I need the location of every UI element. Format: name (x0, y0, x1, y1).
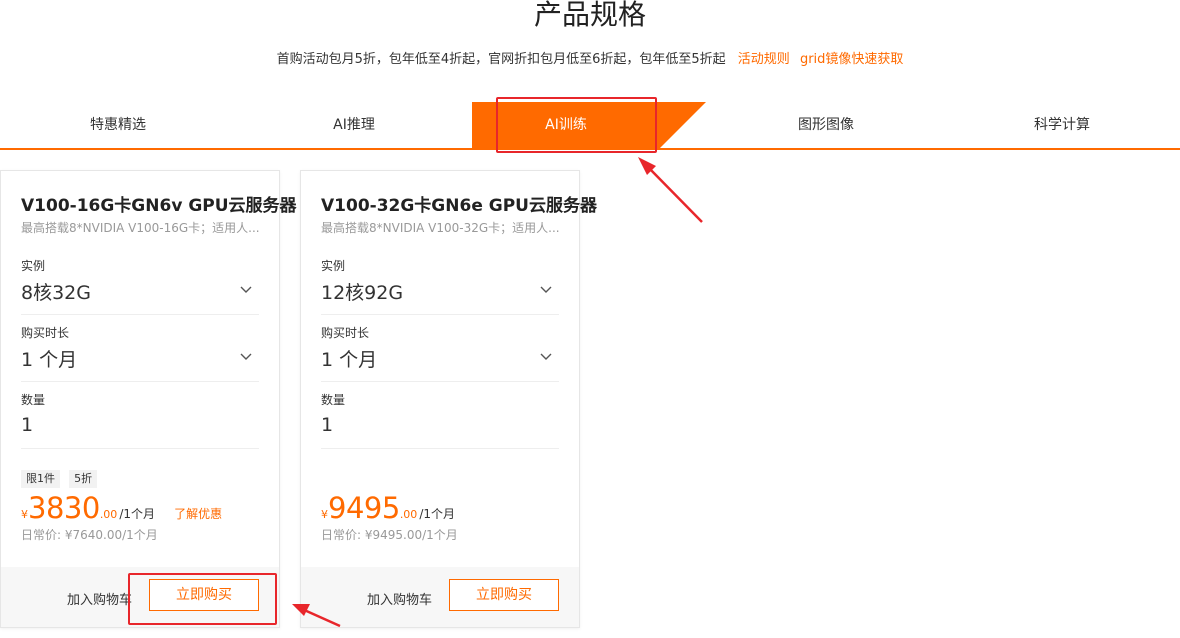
tab-scientific-computing[interactable]: 科学计算 (944, 102, 1180, 148)
tab-graphics[interactable]: 图形图像 (708, 102, 944, 148)
discount-badges (321, 467, 559, 485)
promo-banner: 首购活动包月5折，包年低至4折起，官网折扣包月低至6折起，包年低至5折起 活动规… (0, 50, 1180, 70)
price-integer: 3830 (28, 491, 100, 525)
grid-image-link[interactable]: grid镜像快速获取 (800, 52, 903, 67)
buy-now-button[interactable]: 立即购买 (449, 579, 559, 611)
quantity-value[interactable]: 1 (321, 414, 333, 436)
currency-symbol: ¥ (21, 508, 28, 521)
discount-badge: 5折 (69, 470, 98, 488)
chevron-down-icon[interactable] (539, 283, 553, 297)
instance-value: 12核92G (321, 282, 404, 304)
tab-ai-inference[interactable]: AI推理 (236, 102, 472, 148)
page-title: 产品规格 (533, 0, 646, 31)
arrow-to-tab-icon (638, 157, 703, 223)
chevron-down-icon[interactable] (239, 283, 253, 297)
chevron-down-icon[interactable] (239, 350, 253, 364)
promo-text: 首购活动包月5折，包年低至4折起，官网折扣包月低至6折起，包年低至5折起 (276, 52, 726, 67)
discount-badges: 限1件 5折 (21, 467, 259, 488)
activity-rules-link[interactable]: 活动规则 (738, 52, 790, 67)
product-desc: 最高搭载8*NVIDIA V100-32G卡；适用人... (321, 221, 559, 235)
instance-value: 8核32G (21, 282, 91, 304)
instance-select[interactable]: 实例 8核32G (21, 258, 259, 315)
duration-select[interactable]: 购买时长 1 个月 (21, 325, 259, 382)
product-card-gn6e: V100-32G卡GN6e GPU云服务器 最高搭载8*NVIDIA V100-… (300, 170, 597, 628)
price-decimal: .00 (99, 508, 118, 521)
original-price: 日常价: ¥9495.00/1个月 (321, 528, 458, 542)
price-row: ¥3830.00/1个月 了解优惠 (21, 491, 259, 525)
active-tab-notch (660, 102, 706, 148)
add-to-cart-link[interactable]: 加入购物车 (367, 589, 432, 608)
quantity-label: 数量 (21, 393, 46, 407)
price-integer: 9495 (328, 491, 400, 525)
product-title: V100-16G卡GN6v GPU云服务器 (21, 196, 297, 216)
quantity-label: 数量 (321, 393, 346, 407)
add-to-cart-link[interactable]: 加入购物车 (67, 589, 132, 608)
instance-select[interactable]: 实例 12核92G (321, 258, 559, 315)
product-spec-page: 产品规格 首购活动包月5折，包年低至4折起，官网折扣包月低至6折起，包年低至5折… (0, 0, 1180, 638)
limit-badge: 限1件 (21, 470, 60, 488)
quantity-value[interactable]: 1 (21, 414, 33, 436)
buy-now-button[interactable]: 立即购买 (149, 579, 259, 611)
instance-label: 实例 (21, 259, 46, 273)
original-price: 日常价: ¥7640.00/1个月 (21, 528, 158, 542)
instance-label: 实例 (321, 259, 346, 273)
quantity-field[interactable]: 数量 1 (21, 392, 259, 449)
duration-label: 购买时长 (21, 326, 70, 340)
category-tabs: 特惠精选 AI推理 AI训练 图形图像 科学计算 (0, 102, 1180, 150)
price-unit: /1个月 (419, 507, 455, 521)
duration-select[interactable]: 购买时长 1 个月 (321, 325, 559, 382)
tab-special-offers[interactable]: 特惠精选 (0, 102, 236, 148)
duration-value: 1 个月 (321, 349, 378, 371)
quantity-field[interactable]: 数量 1 (321, 392, 559, 449)
card-footer: 加入购物车 立即购买 (301, 567, 579, 627)
card-footer: 加入购物车 立即购买 (1, 567, 279, 627)
price-unit: /1个月 (119, 507, 155, 521)
product-title: V100-32G卡GN6e GPU云服务器 (321, 196, 597, 216)
price-row: ¥9495.00/1个月 (321, 491, 559, 525)
learn-discount-link[interactable]: 了解优惠 (174, 507, 222, 521)
duration-label: 购买时长 (321, 326, 370, 340)
tab-ai-training[interactable]: AI训练 (472, 102, 660, 148)
currency-symbol: ¥ (321, 508, 328, 521)
duration-value: 1 个月 (21, 349, 78, 371)
chevron-down-icon[interactable] (539, 350, 553, 364)
price-decimal: .00 (399, 508, 418, 521)
product-desc: 最高搭载8*NVIDIA V100-16G卡；适用人... (21, 221, 259, 235)
product-card-gn6v: V100-16G卡GN6v GPU云服务器 最高搭载8*NVIDIA V100-… (0, 170, 297, 628)
